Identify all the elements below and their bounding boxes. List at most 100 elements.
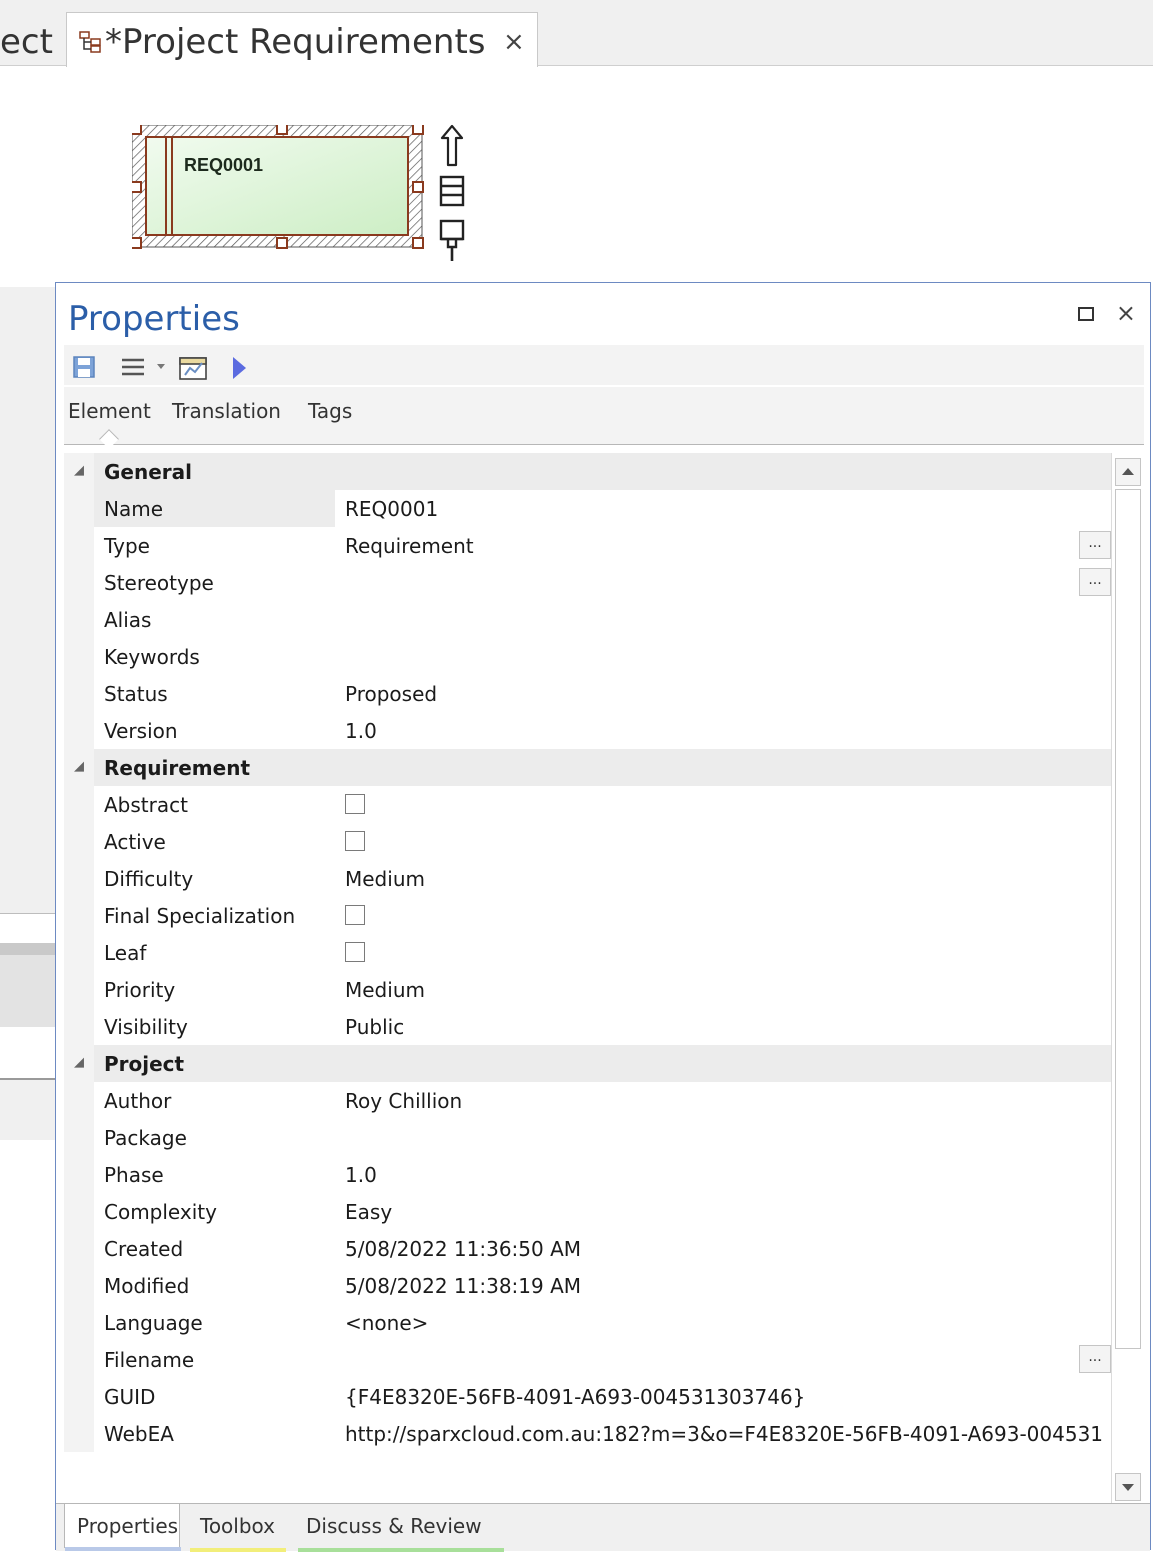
tab-project-requirements[interactable]: *Project Requirements × (66, 12, 538, 67)
quick-linker-arrow-icon[interactable] (438, 123, 466, 169)
difficulty-value[interactable]: Medium (345, 867, 425, 891)
subtab-translation[interactable]: Translation (172, 399, 281, 423)
name-value[interactable]: REQ0001 (345, 497, 438, 521)
property-row-filename[interactable]: Filename... (64, 1341, 1111, 1378)
property-name: Filename (104, 1348, 195, 1372)
background-panel-header (0, 943, 60, 1027)
property-row-visibility[interactable]: Visibility Public (64, 1008, 1111, 1045)
scroll-thumb[interactable] (1115, 489, 1141, 1349)
property-row-created[interactable]: Created 5/08/2022 11:36:50 AM (64, 1230, 1111, 1267)
bottom-tab-toolbox[interactable]: Toolbox (190, 1504, 290, 1552)
property-row-active[interactable]: Active (64, 823, 1111, 860)
property-row-guid[interactable]: GUID {F4E8320E-56FB-4091-A693-00453130374… (64, 1378, 1111, 1415)
property-row-author[interactable]: Author Roy Chillion (64, 1082, 1111, 1119)
group-label: Requirement (104, 756, 251, 780)
property-row-webea[interactable]: WebEA http://sparxcloud.com.au:182?m=3&o=… (64, 1415, 1111, 1452)
author-value[interactable]: Roy Chillion (345, 1089, 462, 1113)
property-row-complexity[interactable]: Complexity Easy (64, 1193, 1111, 1230)
row-gutter (64, 490, 94, 527)
created-value[interactable]: 5/08/2022 11:36:50 AM (345, 1237, 581, 1261)
bottom-tab-properties[interactable]: Properties (64, 1504, 181, 1551)
bottom-tab-strip: Properties Toolbox Discuss & Review (56, 1503, 1150, 1552)
group-header-project[interactable]: ◢ Project (64, 1045, 1111, 1082)
appearance-icon[interactable] (438, 217, 466, 263)
menu-icon[interactable] (120, 355, 146, 379)
type-value[interactable]: Requirement (345, 534, 474, 558)
guid-value[interactable]: {F4E8320E-56FB-4091-A693-004531303746} (345, 1385, 805, 1409)
property-name: Author (104, 1089, 172, 1113)
property-row-package[interactable]: Package (64, 1119, 1111, 1156)
scroll-up-button[interactable] (1115, 458, 1141, 486)
requirement-element[interactable]: REQ0001 (130, 123, 432, 257)
priority-value[interactable]: Medium (345, 978, 425, 1002)
play-icon[interactable] (230, 355, 248, 381)
property-name: Created (104, 1237, 184, 1261)
version-value[interactable]: 1.0 (345, 719, 377, 743)
modified-value[interactable]: 5/08/2022 11:38:19 AM (345, 1274, 581, 1298)
property-row-name[interactable]: Name REQ0001 (64, 490, 1111, 527)
property-row-alias[interactable]: Alias (64, 601, 1111, 638)
row-gutter (64, 1341, 94, 1378)
complexity-value[interactable]: Easy (345, 1200, 392, 1224)
active-checkbox[interactable] (345, 831, 365, 851)
close-icon[interactable]: × (1116, 299, 1136, 327)
collapse-triangle-icon[interactable]: ◢ (74, 463, 84, 478)
features-list-icon[interactable] (438, 175, 466, 207)
status-value[interactable]: Proposed (345, 682, 437, 706)
vertical-scrollbar[interactable] (1111, 453, 1143, 1510)
group-header-requirement[interactable]: ◢ Requirement (64, 749, 1111, 786)
background-panel-footer (0, 1080, 60, 1140)
document-tab-strip: ect *Project Requirements × (0, 0, 1153, 67)
final-specialization-checkbox[interactable] (345, 905, 365, 925)
property-row-priority[interactable]: Priority Medium (64, 971, 1111, 1008)
dropdown-arrow-icon[interactable] (156, 361, 166, 371)
tab-previous[interactable]: ect (0, 22, 53, 62)
property-name: Abstract (104, 793, 188, 817)
leaf-checkbox[interactable] (345, 942, 365, 962)
type-ellipsis-button[interactable]: ... (1079, 531, 1111, 559)
scroll-down-button[interactable] (1115, 1473, 1141, 1501)
bottom-tab-discuss-review[interactable]: Discuss & Review (298, 1504, 508, 1552)
property-name: Phase (104, 1163, 164, 1187)
property-name: GUID (104, 1385, 156, 1409)
property-row-phase[interactable]: Phase 1.0 (64, 1156, 1111, 1193)
active-subtab-indicator (99, 429, 119, 449)
subtab-element[interactable]: Element (68, 399, 151, 423)
maximize-icon[interactable] (1078, 307, 1094, 321)
row-gutter (64, 823, 94, 860)
row-gutter (64, 601, 94, 638)
background-panel (0, 287, 60, 913)
stereotype-ellipsis-button[interactable]: ... (1079, 568, 1111, 596)
filename-ellipsis-button[interactable]: ... (1079, 1345, 1111, 1373)
property-name: Difficulty (104, 867, 194, 891)
abstract-checkbox[interactable] (345, 794, 365, 814)
property-row-abstract[interactable]: Abstract (64, 786, 1111, 823)
collapse-triangle-icon[interactable]: ◢ (74, 759, 84, 774)
phase-value[interactable]: 1.0 (345, 1163, 377, 1187)
subtab-tags[interactable]: Tags (308, 399, 352, 423)
properties-window: Properties × Element Translation Tags ◢ … (55, 282, 1151, 1552)
diagram-canvas[interactable]: REQ0001 (0, 67, 1153, 287)
property-row-stereotype[interactable]: Stereotype... (64, 564, 1111, 601)
language-value[interactable]: <none> (345, 1311, 428, 1335)
collapse-triangle-icon[interactable]: ◢ (74, 1055, 84, 1070)
property-row-version[interactable]: Version 1.0 (64, 712, 1111, 749)
property-row-modified[interactable]: Modified 5/08/2022 11:38:19 AM (64, 1267, 1111, 1304)
property-row-status[interactable]: Status Proposed (64, 675, 1111, 712)
property-row-leaf[interactable]: Leaf (64, 934, 1111, 971)
property-row-type[interactable]: Type Requirement... (64, 527, 1111, 564)
visibility-value[interactable]: Public (345, 1015, 404, 1039)
property-row-difficulty[interactable]: Difficulty Medium (64, 860, 1111, 897)
save-icon[interactable] (72, 355, 96, 379)
property-row-keywords[interactable]: Keywords (64, 638, 1111, 675)
group-header-general[interactable]: ◢ General (64, 453, 1111, 490)
property-name: Alias (104, 608, 152, 632)
tab-close-icon[interactable]: × (503, 27, 525, 57)
webea-value[interactable]: http://sparxcloud.com.au:182?m=3&o=F4E83… (345, 1422, 1105, 1446)
row-gutter (64, 638, 94, 675)
property-row-final-specialization[interactable]: Final Specialization (64, 897, 1111, 934)
row-gutter (64, 527, 94, 564)
open-properties-icon[interactable] (178, 355, 208, 381)
property-row-language[interactable]: Language <none> (64, 1304, 1111, 1341)
property-name: Complexity (104, 1200, 217, 1224)
